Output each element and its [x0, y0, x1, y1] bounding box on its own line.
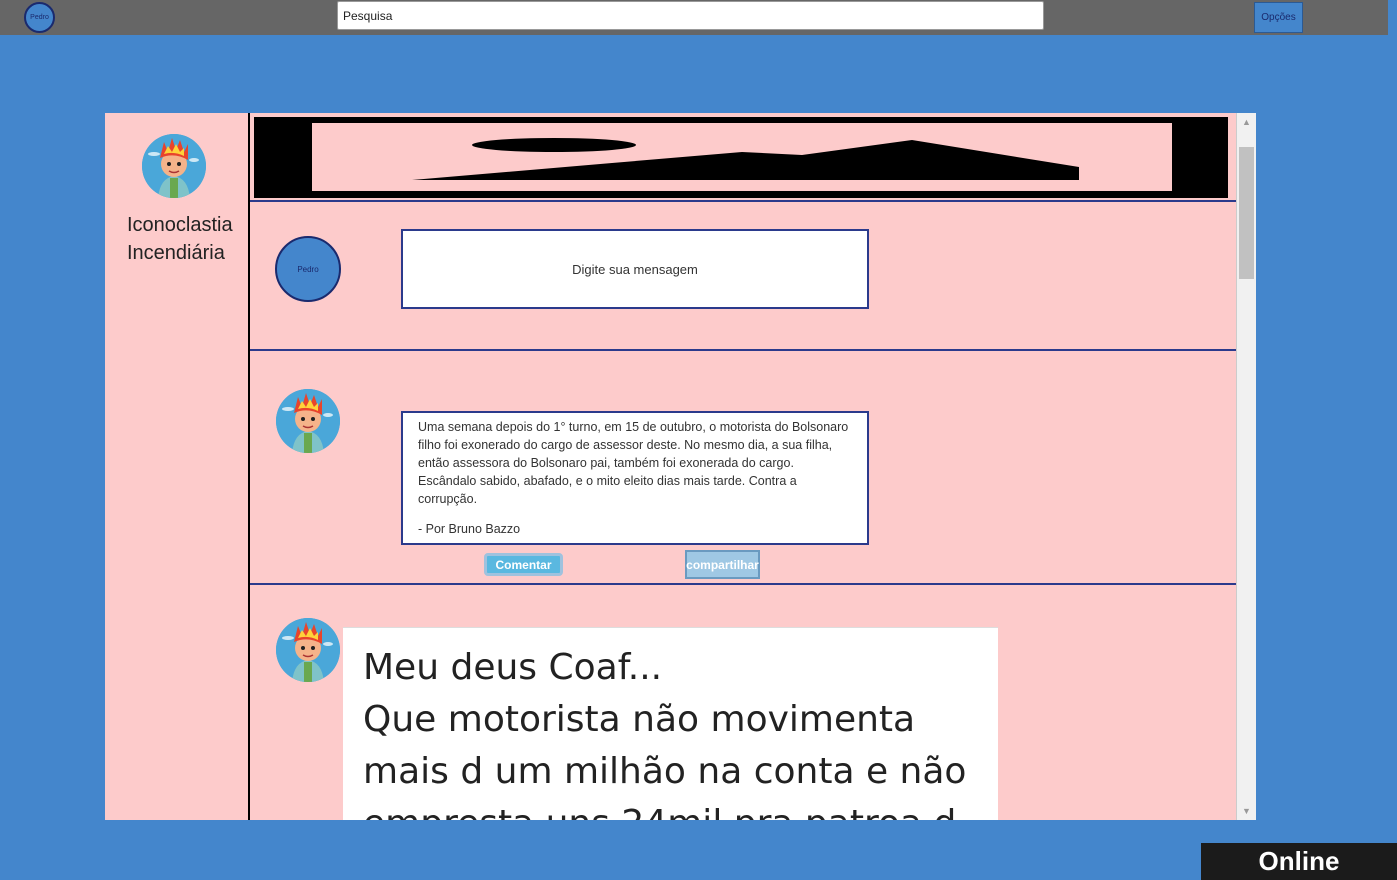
scroll-thumb[interactable]	[1239, 147, 1254, 279]
cover-banner	[254, 117, 1228, 198]
post-author-avatar[interactable]	[276, 618, 340, 682]
divider	[250, 583, 1236, 585]
profile-panel: Iconoclastia Incendiária	[105, 113, 250, 820]
share-button[interactable]: compartilhar	[685, 550, 760, 579]
post-image: Meu deus Coaf... Que motorista não movim…	[343, 627, 998, 820]
post-author-avatar[interactable]	[276, 389, 340, 453]
post-image-line: empresta uns 24mil pra patroa d	[363, 798, 998, 820]
divider	[250, 349, 1236, 351]
cartoon-avatar-icon	[276, 618, 340, 682]
cartoon-avatar-icon	[142, 134, 206, 198]
post-text: Uma semana depois do 1° turno, em 15 de …	[401, 411, 869, 545]
top-bar: Pedro Pesquisa Opções	[0, 0, 1388, 35]
post-body: Uma semana depois do 1° turno, em 15 de …	[418, 420, 849, 506]
composer-avatar[interactable]: Pedro	[275, 236, 341, 302]
options-button[interactable]: Opções	[1254, 2, 1303, 33]
cartoon-avatar-icon	[276, 389, 340, 453]
post-image-line: Que motorista não movimenta	[363, 699, 916, 740]
message-input[interactable]: Digite sua mensagem	[401, 229, 869, 309]
comment-button[interactable]: Comentar	[484, 553, 563, 576]
feed: Pedro Digite sua mensagem Uma semana dep…	[250, 113, 1236, 820]
search-input[interactable]: Pesquisa	[337, 1, 1044, 30]
scroll-down-icon[interactable]: ▼	[1237, 802, 1256, 820]
divider	[250, 200, 1236, 202]
scroll-up-icon[interactable]: ▲	[1237, 113, 1256, 131]
profile-name: Iconoclastia Incendiária	[127, 214, 233, 264]
online-status-button[interactable]: Online	[1201, 843, 1397, 880]
post-image-line: Meu deus Coaf...	[363, 647, 663, 688]
profile-avatar[interactable]	[142, 134, 206, 198]
feed-scrollbar[interactable]: ▲ ▼	[1236, 113, 1256, 820]
post-author: - Por Bruno Bazzo	[418, 522, 521, 536]
post-image-line: mais d um milhão na conta e não	[363, 751, 967, 792]
mountain-landscape-icon	[412, 138, 1079, 180]
user-avatar-button[interactable]: Pedro	[24, 2, 55, 33]
